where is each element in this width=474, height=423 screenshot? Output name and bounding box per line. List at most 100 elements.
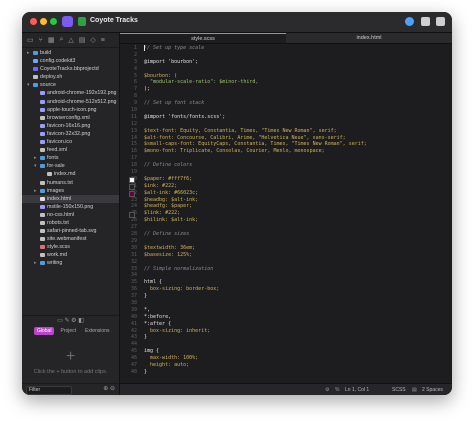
code-line[interactable]: 43} [120, 334, 452, 341]
code-line[interactable]: 1 // Set up type scale [120, 45, 452, 52]
close-window-button[interactable] [30, 18, 37, 25]
code-line[interactable]: 30 $textwidth: 36em; [120, 245, 452, 252]
grid-icon[interactable]: ▦ [48, 36, 55, 44]
code-line[interactable]: 31 $basesize: 125%; [120, 252, 452, 259]
code-line[interactable]: 11 @import 'fonts/fonts.scss'; [120, 114, 452, 121]
code-line[interactable]: 39 *, [120, 307, 452, 314]
code-line[interactable]: 34 [120, 272, 452, 279]
tree-file[interactable]: android-chrome-512x512.png [22, 98, 119, 106]
cursor-position[interactable]: Ln 1, Col 1 [345, 384, 369, 395]
tree-file[interactable]: android-chrome-192x192.png [22, 89, 119, 97]
tag-icon[interactable]: ◇ [90, 36, 95, 44]
library-icon[interactable]: ▤ [79, 36, 86, 44]
tree-file[interactable]: favicon.ico [22, 138, 119, 146]
code-line[interactable]: 26 $hilink: $alt-ink; [120, 217, 452, 224]
scope-tab-project[interactable]: Project [57, 327, 79, 335]
folder-icon[interactable]: ▭ [27, 36, 34, 44]
tree-folder[interactable]: ▸ fonts [22, 154, 119, 162]
code-line[interactable]: 12 [120, 121, 452, 128]
code-line[interactable]: 20$paper: #fff7f6; [120, 176, 452, 184]
document-icon[interactable]: ▤ [412, 384, 417, 395]
indent-setting[interactable]: 2 Spaces [422, 384, 443, 395]
code-line[interactable]: 36 box-sizing: border-box; [120, 286, 452, 293]
code-line[interactable]: 35 html { [120, 279, 452, 286]
code-line[interactable]: 18 // Define colors [120, 162, 452, 169]
tree-file[interactable]: style.scss [22, 243, 119, 251]
tree-file[interactable]: safari-pinned-tab.svg [22, 227, 119, 235]
tree-file[interactable]: work.md [22, 251, 119, 259]
code-line[interactable]: 14 $alt-font: Concourse, Calibri, Arime, … [120, 135, 452, 142]
bottom-tab-icons[interactable]: ▭ ✎ ⚙ ◧ [22, 316, 119, 326]
code-line[interactable]: 22$alt-ink: #66023c; [120, 190, 452, 198]
percent-icon[interactable]: % [335, 384, 339, 395]
code-line[interactable]: 41 *:after { [120, 321, 452, 328]
code-editor[interactable]: 1 // Set up type scale 2 3 @import 'bourbon'… [120, 45, 452, 383]
language-mode[interactable]: SCSS [392, 384, 406, 395]
code-line[interactable]: 42 box-sizing: inherit; [120, 328, 452, 335]
code-line[interactable]: 10 [120, 107, 452, 114]
code-line[interactable]: 23 $headbg: $alt-ink; [120, 197, 452, 204]
chevron-right-icon[interactable]: ▸ [34, 259, 37, 267]
code-line[interactable]: 17 [120, 155, 452, 162]
code-line[interactable]: 24 $headfg: $paper; [120, 203, 452, 210]
tree-file[interactable]: site.webmanifest [22, 235, 119, 243]
code-line[interactable]: 4 [120, 66, 452, 73]
settings-icon[interactable]: ⚙ [325, 384, 329, 395]
code-line[interactable]: 32 [120, 259, 452, 266]
tree-folder[interactable]: ▸ writing [22, 259, 119, 267]
code-line[interactable]: 47 height: auto; [120, 362, 452, 369]
minimize-window-button[interactable] [40, 18, 47, 25]
tree-file[interactable]: apple-touch-icon.png [22, 106, 119, 114]
code-line[interactable]: 7); [120, 86, 452, 93]
code-line[interactable]: 5 $bourbon: ( [120, 73, 452, 80]
zoom-window-button[interactable] [50, 18, 57, 25]
code-line[interactable]: 21$ink: #222; [120, 183, 452, 191]
code-line[interactable]: 2 [120, 52, 452, 59]
tree-file[interactable]: config.codekit3 [22, 57, 119, 65]
chevron-right-icon[interactable]: ▸ [34, 187, 37, 195]
code-line[interactable]: 29 [120, 238, 452, 245]
code-line[interactable]: 28 // Define sizes [120, 231, 452, 238]
preview-icon[interactable] [405, 17, 414, 26]
code-line[interactable]: 19 [120, 169, 452, 176]
code-line[interactable]: 3 @import 'bourbon'; [120, 59, 452, 66]
tree-file[interactable]: favicon-16x16.png [22, 122, 119, 130]
code-line[interactable]: 8 [120, 93, 452, 100]
tree-file[interactable]: browserconfig.xml [22, 114, 119, 122]
scope-tab-global[interactable]: Global [34, 327, 55, 335]
search-icon[interactable]: ⌕ [59, 36, 63, 44]
chevron-down-icon[interactable]: ▾ [27, 81, 30, 89]
code-line[interactable]: 25$link: #222; [120, 210, 452, 218]
code-line[interactable]: 13 $text-font: Equity, Constantia, Times,… [120, 128, 452, 135]
tree-file[interactable]: humans.txt [22, 179, 119, 187]
filter-input[interactable]: Filter [26, 386, 72, 395]
tree-file[interactable]: feed.xml [22, 146, 119, 154]
chevron-right-icon[interactable]: ▸ [34, 154, 37, 162]
code-line[interactable]: 44 [120, 341, 452, 348]
tree-file[interactable]: index.md [22, 170, 119, 178]
tree-folder[interactable]: ▸ images [22, 187, 119, 195]
tree-file[interactable]: mstile-150x150.png [22, 203, 119, 211]
add-remove-icons[interactable]: ⊕ ⊖ [103, 385, 115, 392]
code-line[interactable]: 16 $mono-font: Triplicate, Consolas, Cour… [120, 148, 452, 155]
warning-icon[interactable]: △ [68, 36, 73, 44]
code-line[interactable]: 37} [120, 293, 452, 300]
chevron-down-icon[interactable]: ▾ [34, 162, 37, 170]
list-icon[interactable]: ≡ [101, 37, 105, 44]
code-line[interactable]: 46 max-width: 100%; [120, 355, 452, 362]
tree-folder[interactable]: ▾ source [22, 81, 119, 89]
tree-file[interactable]: index.html [22, 194, 119, 203]
branch-icon[interactable]: ⑂ [39, 37, 43, 44]
tree-file[interactable]: robots.txt [22, 219, 119, 227]
tree-file[interactable]: favicon-32x32.png [22, 130, 119, 138]
code-line[interactable]: 6 "modular-scale-ratio": $minor-third, [120, 79, 452, 86]
tree-folder[interactable]: ▾ for-sale [22, 162, 119, 170]
chevron-right-icon[interactable]: ▸ [27, 49, 30, 57]
scope-tab-extensions[interactable]: Extensions [82, 327, 112, 335]
code-line[interactable]: 15 $small-caps-font: EquityCaps, Constant… [120, 141, 452, 148]
tree-file[interactable]: deploy.sh [22, 73, 119, 81]
sidebar-toggle-icon[interactable] [421, 17, 430, 26]
tree-file[interactable]: CoyoteTracks.bbprojectd [22, 65, 119, 73]
code-line[interactable]: 9 // Set up font stack [120, 100, 452, 107]
tree-file[interactable]: no-css.html [22, 211, 119, 219]
